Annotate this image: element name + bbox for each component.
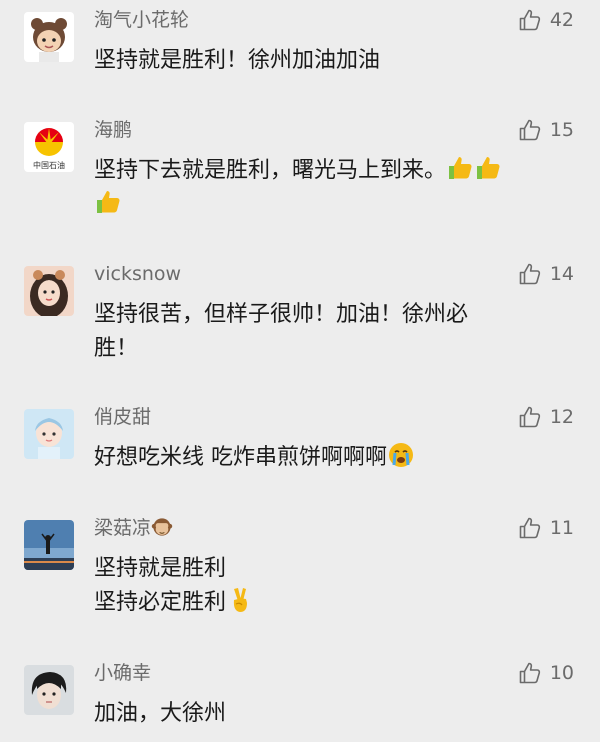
crying-face-emoji [387, 441, 415, 469]
thumbs-up-outline-icon [518, 8, 542, 32]
comment-text: 坚持很苦，但样子很帅！加油！徐州必 胜！ [94, 298, 564, 366]
like-count: 14 [549, 263, 574, 285]
comment-username[interactable]: vicksnow [94, 262, 181, 286]
comment-item: vicksnow 14 坚持很苦，但样子很帅！加油！徐州必 胜！ [0, 262, 600, 372]
see-no-evil-monkey-emoji [151, 516, 173, 538]
thumbs-up-outline-icon [518, 516, 542, 540]
thumbs-up-outline-icon [518, 118, 542, 142]
thumbs-up-emoji [446, 154, 474, 182]
like-count: 10 [549, 662, 574, 684]
avatar[interactable] [24, 12, 74, 62]
like-button[interactable]: 15 [518, 118, 574, 142]
avatar[interactable] [24, 266, 74, 316]
comment-username[interactable]: 淘气小花轮 [94, 8, 189, 32]
comment-username[interactable]: 小确幸 [94, 661, 151, 685]
comment-username[interactable]: 海鹏 [94, 118, 132, 142]
avatar[interactable] [24, 520, 74, 570]
like-button[interactable]: 14 [518, 262, 574, 286]
comment-item: 俏皮甜 12 好想吃米线 吃炸串煎饼啊啊啊 [0, 405, 600, 481]
comment-item: 小确幸 10 加油，大徐州 [0, 661, 600, 741]
comment-line: 坚持很苦，但样子很帅！加油！徐州必 [94, 302, 469, 327]
comment-line: 坚持就是胜利！徐州加油加油 [94, 48, 381, 73]
comment-line: 加油，大徐州 [94, 701, 227, 726]
like-count: 12 [549, 406, 574, 428]
comment-item: 梁菇凉 11 坚持就是胜利 坚持必定胜利 [0, 516, 600, 626]
comment-text: 坚持下去就是胜利，曙光马上到来。 [94, 154, 564, 222]
brand-logo-text: 中国石油 [33, 160, 65, 170]
like-button[interactable]: 10 [518, 661, 574, 685]
comment-line: 坚持就是胜利 [94, 556, 227, 581]
like-button[interactable]: 12 [518, 405, 574, 429]
comment-text: 好想吃米线 吃炸串煎饼啊啊啊 [94, 441, 564, 475]
comment-line: 胜！ [94, 336, 139, 361]
comment-line: 坚持必定胜利 [94, 590, 227, 615]
avatar[interactable] [24, 665, 74, 715]
like-button[interactable]: 11 [518, 516, 574, 540]
comment-line: 坚持下去就是胜利，曙光马上到来。 [94, 158, 447, 183]
comment-item: 淘气小花轮 42 坚持就是胜利！徐州加油加油 [0, 8, 600, 78]
victory-hand-emoji [226, 586, 254, 614]
avatar[interactable] [24, 409, 74, 459]
comment-username[interactable]: 梁菇凉 [94, 517, 151, 539]
comment-item: 中国石油 海鹏 15 坚持下去就是胜利，曙光马上到来。 [0, 118, 600, 228]
like-count: 11 [549, 517, 574, 539]
like-count: 42 [549, 9, 574, 31]
like-button[interactable]: 42 [518, 8, 574, 32]
thumbs-up-emoji [474, 154, 502, 182]
comment-text: 坚持就是胜利！徐州加油加油 [94, 44, 564, 78]
thumbs-up-outline-icon [518, 262, 542, 286]
like-count: 15 [549, 119, 574, 141]
comment-text: 坚持就是胜利 坚持必定胜利 [94, 552, 564, 620]
comment-text: 加油，大徐州 [94, 697, 564, 731]
thumbs-up-outline-icon [518, 405, 542, 429]
thumbs-up-outline-icon [518, 661, 542, 685]
comment-username[interactable]: 俏皮甜 [94, 405, 151, 429]
comment-line: 好想吃米线 吃炸串煎饼啊啊啊 [94, 445, 387, 470]
avatar[interactable]: 中国石油 [24, 122, 74, 172]
thumbs-up-emoji [94, 188, 122, 216]
